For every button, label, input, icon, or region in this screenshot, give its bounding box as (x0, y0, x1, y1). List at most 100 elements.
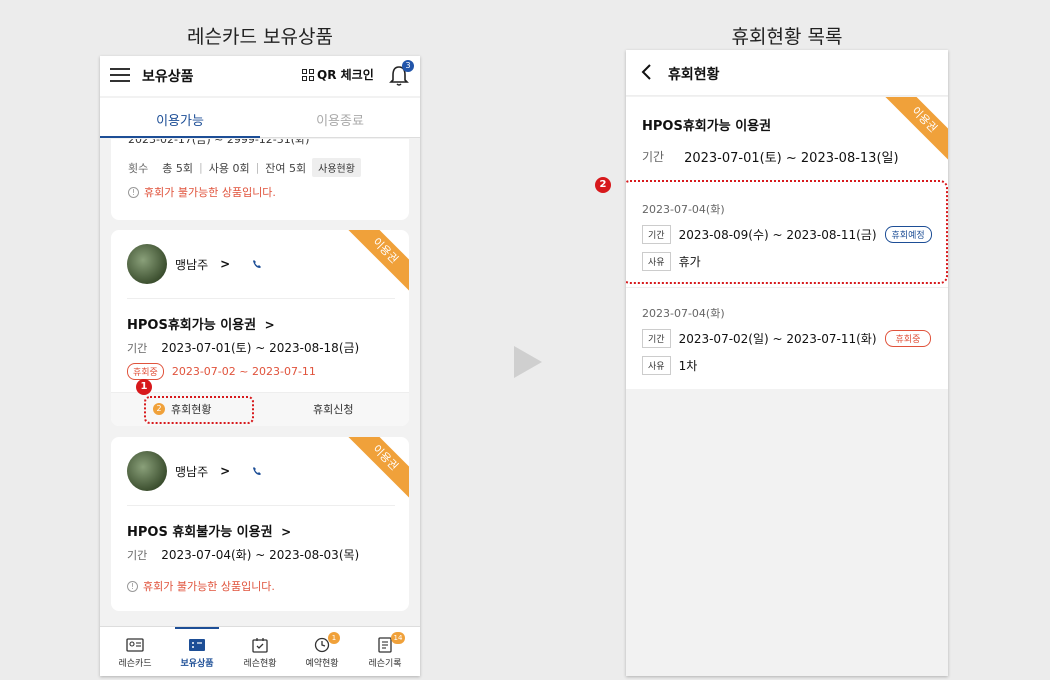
period-label: 기간 (127, 341, 148, 355)
tab-ended[interactable]: 이용종료 (260, 110, 420, 129)
app-header: 보유상품 QR 체크인 3 (100, 56, 420, 96)
left-caption: 레슨카드 보유상품 (187, 26, 333, 48)
period-row: 기간 2023-07-04(화) ~ 2023-08-03(목) (127, 546, 359, 563)
history-period: 2023-07-02(일) ~ 2023-07-11(화) (678, 332, 877, 346)
count-used: 사용 0회 (208, 161, 250, 175)
period-label: 기간 (642, 150, 665, 164)
step2-highlight (626, 180, 948, 284)
nav-owned-products[interactable]: 보유상품 (165, 637, 229, 669)
product-name-link[interactable]: HPOS휴회가능 이용권 > (127, 314, 275, 333)
status-badge: 휴회중 (127, 363, 164, 380)
notification-badge: 3 (402, 60, 414, 72)
avatar (127, 244, 167, 284)
flow-arrow-icon (514, 346, 542, 378)
product-name: HPOS휴회가능 이용권 (642, 119, 772, 134)
nav-lesson-status[interactable]: 레슨현황 (228, 637, 292, 669)
back-arrow-icon[interactable] (640, 62, 654, 82)
nav-label: 레슨기록 (368, 659, 402, 669)
product-name-link[interactable]: HPOS 휴회불가능 이용권 > (127, 521, 291, 540)
phone-icon[interactable] (252, 259, 262, 269)
trainer-row[interactable]: 맹남주 > (127, 244, 262, 284)
step1-highlight (144, 396, 254, 424)
tab-available[interactable]: 이용가능 (100, 110, 260, 129)
clipped-period: 2023-02-17(금) ~ 2999-12-31(화) (128, 139, 310, 146)
qr-checkin-label: QR 체크인 (317, 68, 374, 82)
chevron-right-icon: > (220, 464, 231, 478)
divider (127, 298, 395, 299)
period-value: 2023-07-01(토) ~ 2023-08-13(일) (684, 151, 899, 166)
chevron-right-icon: > (264, 318, 275, 332)
nav-reservation-status[interactable]: 1 예약현황 (290, 632, 354, 669)
divider (127, 505, 395, 506)
nav-label: 보유상품 (180, 659, 214, 669)
pause-history-screen: 휴회현황 이용권 HPOS휴회가능 이용권 기간 2023-07-01(토) ~… (626, 50, 948, 676)
product-tabs: 이용가능 이용종료 (100, 98, 420, 138)
product-name: HPOS 휴회불가능 이용권 (127, 525, 273, 540)
warning-text: 휴회가 불가능한 상품입니다. (144, 186, 276, 199)
active-tab-indicator (100, 136, 260, 138)
nav-label: 레슨카드 (118, 659, 152, 669)
chevron-right-icon: > (281, 525, 292, 539)
nav-label: 예약현황 (305, 659, 339, 669)
app-header: 휴회현황 (626, 50, 948, 96)
history-reason: 1차 (678, 359, 698, 373)
qr-icon (302, 68, 314, 81)
history-date: 2023-07-04(화) (642, 307, 725, 320)
nav-lesson-record[interactable]: 14 레슨기록 (353, 632, 417, 669)
period-row: 기간 2023-07-01(토) ~ 2023-08-18(금) (127, 339, 359, 356)
count-row: 횟수 총 5회 | 사용 0회 | 잔여 5회 사용현황 (128, 158, 361, 177)
nav-lesson-card[interactable]: 레슨카드 (103, 637, 167, 669)
trainer-row[interactable]: 맹남주 > (127, 451, 262, 491)
product-card: 이용권 맹남주 > HPOS 휴회불가능 이용권 > 기간 2023-07-04… (111, 437, 409, 611)
lesson-card-icon (126, 638, 144, 652)
info-icon: ! (128, 186, 139, 198)
status-badge: 휴회중 (884, 330, 932, 347)
usage-status-button[interactable]: 사용현황 (312, 158, 361, 177)
product-card: 2023-02-17(금) ~ 2999-12-31(화) 횟수 총 5회 | … (111, 139, 409, 220)
record-badge: 14 (391, 632, 405, 644)
right-caption: 휴회현황 목록 (731, 26, 843, 48)
avatar (127, 451, 167, 491)
history-period-row: 기간 2023-07-02(일) ~ 2023-07-11(화) 휴회중 (642, 329, 932, 348)
pause-range: 2023-07-02 ~ 2023-07-11 (171, 365, 316, 378)
count-label: 횟수 (128, 161, 149, 175)
page-title: 휴회현황 (668, 67, 720, 83)
warning-text: 휴회가 불가능한 상품입니다. (143, 580, 275, 593)
period-row: 기간 2023-07-01(토) ~ 2023-08-13(일) (642, 147, 899, 166)
bottom-nav: 레슨카드 보유상품 레슨현황 1 예약현황 14 레슨기록 (100, 626, 420, 676)
trainer-name: 맹남주 (175, 464, 209, 479)
ticket-icon (189, 639, 205, 651)
reason-tag: 사유 (642, 356, 671, 375)
pause-request-label: 휴회신청 (313, 403, 354, 416)
period-value: 2023-07-01(토) ~ 2023-08-18(금) (161, 341, 360, 355)
count-total: 총 5회 (162, 161, 193, 175)
pause-status-row: 휴회중 2023-07-02 ~ 2023-07-11 (127, 363, 316, 380)
trainer-name: 맹남주 (175, 257, 209, 272)
count-remain: 잔여 5회 (265, 161, 307, 175)
history-reason-row: 사유 1차 (642, 356, 931, 375)
calendar-check-icon (252, 638, 268, 653)
page-title: 보유상품 (142, 69, 194, 85)
pause-request-button[interactable]: 휴회신청 (313, 401, 353, 417)
reservation-badge: 1 (328, 632, 340, 644)
period-value: 2023-07-04(화) ~ 2023-08-03(목) (161, 548, 360, 562)
period-tag: 기간 (642, 329, 671, 348)
menu-icon[interactable] (110, 68, 130, 82)
ticket-ribbon: 이용권 (343, 230, 409, 293)
pause-unavailable-warning: ! 휴회가 불가능한 상품입니다. (127, 578, 275, 594)
nav-label: 레슨현황 (243, 659, 277, 669)
pause-unavailable-warning: ! 휴회가 불가능한 상품입니다. (128, 184, 276, 200)
chevron-right-icon: > (220, 257, 231, 271)
product-name: HPOS휴회가능 이용권 (127, 318, 257, 333)
active-nav-indicator (175, 627, 219, 629)
divider (626, 287, 948, 288)
phone-icon[interactable] (252, 466, 262, 476)
owned-products-screen: 보유상품 QR 체크인 3 이용가능 이용종료 2023-02-17(금) ~ … (100, 56, 420, 676)
qr-checkin-button[interactable]: QR 체크인 (302, 66, 374, 83)
info-icon: ! (127, 580, 138, 592)
step2-badge: 2 (595, 177, 611, 193)
history-item: 2023-07-04(화) 기간 2023-07-02(일) ~ 2023-07… (642, 305, 932, 375)
step1-badge: 1 (136, 379, 152, 395)
period-label: 기간 (127, 548, 148, 562)
ticket-ribbon: 이용권 (343, 437, 409, 500)
